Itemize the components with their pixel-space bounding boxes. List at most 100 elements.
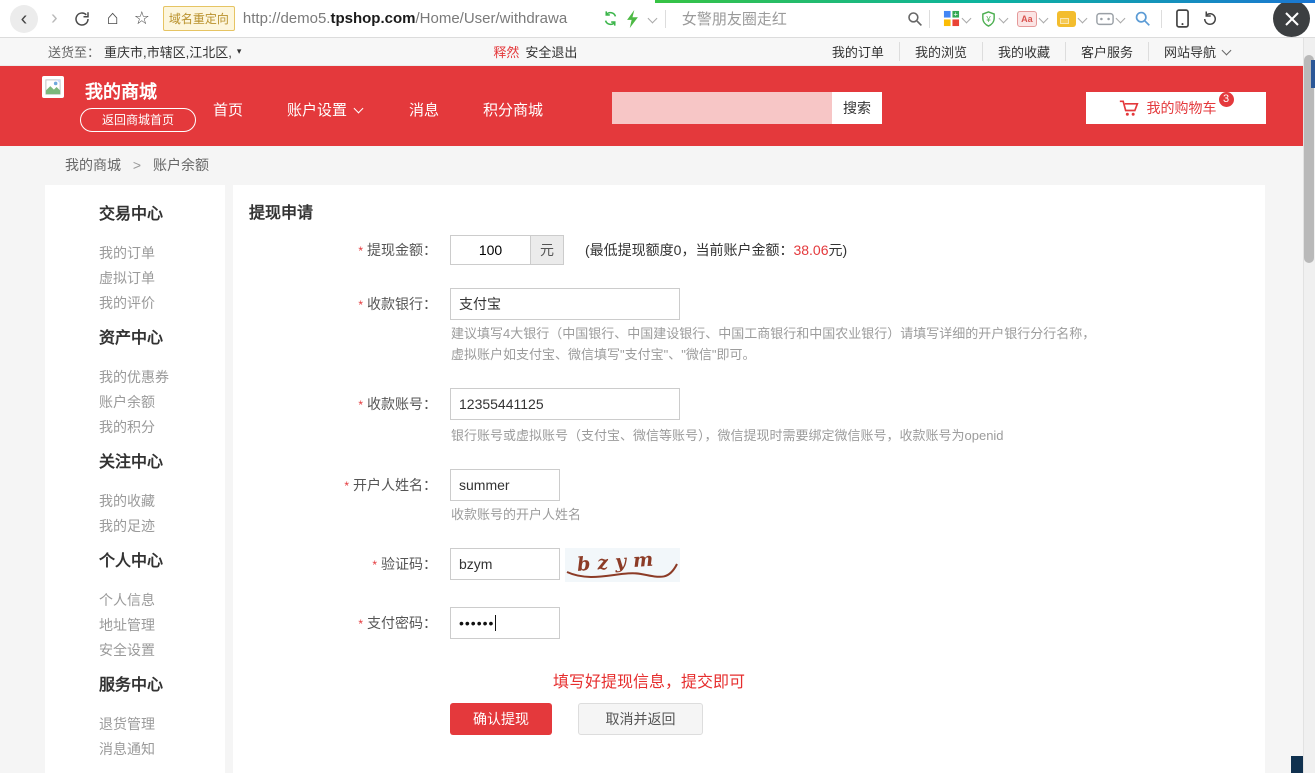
sidebar: 交易中心 我的订单 虚拟订单 我的评价 资产中心 我的优惠券 账户余额 我的积分… — [45, 185, 225, 773]
sidebar-item-my-points[interactable]: 我的积分 — [99, 415, 225, 440]
nav-points-mall[interactable]: 积分商城 — [483, 99, 543, 120]
pay-password-input[interactable]: •••••• — [450, 607, 560, 639]
nav-home[interactable]: 首页 — [213, 99, 243, 120]
yellow-extension-icon[interactable] — [1057, 11, 1076, 27]
sidebar-section-trade: 交易中心 — [99, 207, 225, 223]
shop-name: 我的商城 — [85, 78, 157, 104]
sidebar-item-my-orders[interactable]: 我的订单 — [99, 241, 225, 266]
required-mark: * — [358, 617, 363, 631]
sidebar-item-addresses[interactable]: 地址管理 — [99, 613, 225, 638]
breadcrumb-home[interactable]: 我的商城 — [65, 157, 121, 173]
close-icon[interactable] — [1273, 0, 1310, 37]
shop-search-button[interactable]: 搜索 — [832, 92, 882, 124]
browser-search-input[interactable]: 女警朋友圈走红 — [682, 8, 907, 29]
chevron-down-icon[interactable] — [961, 14, 971, 24]
forward-icon[interactable]: › — [51, 7, 58, 30]
cart-button[interactable]: 我的购物车 3 — [1086, 92, 1266, 124]
captcha-swoosh — [565, 548, 680, 582]
link-my-favorites[interactable]: 我的收藏 — [982, 42, 1065, 61]
sidebar-item-virtual-orders[interactable]: 虚拟订单 — [99, 266, 225, 291]
cart-icon — [1119, 99, 1139, 117]
main-nav: 首页 账户设置 消息 积分商城 — [213, 99, 587, 120]
link-my-history[interactable]: 我的浏览 — [899, 42, 982, 61]
required-mark: * — [344, 479, 349, 493]
topbar-links: 我的订单 我的浏览 我的收藏 客户服务 网站导航 — [817, 42, 1248, 61]
sidebar-item-returns[interactable]: 退货管理 — [99, 712, 225, 737]
payee-name-label: * 开户人姓名： — [233, 469, 437, 502]
extensions-grid-icon[interactable]: + — [943, 10, 960, 27]
username-link[interactable]: 释然 — [493, 42, 519, 61]
bank-input[interactable] — [450, 288, 680, 320]
cancel-return-button[interactable]: 取消并返回 — [578, 703, 703, 735]
sidebar-section-assets: 资产中心 — [99, 331, 225, 347]
svg-text:+: + — [953, 10, 958, 19]
sidebar-item-favorites[interactable]: 我的收藏 — [99, 489, 225, 514]
breadcrumb-current: 账户余额 — [153, 157, 209, 173]
amount-input[interactable] — [451, 236, 530, 264]
amount-unit: 元 — [530, 236, 563, 264]
nav-account-settings[interactable]: 账户设置 — [287, 99, 365, 120]
undo-icon[interactable] — [1201, 10, 1219, 28]
sidebar-item-account-balance[interactable]: 账户余额 — [99, 390, 225, 415]
reload-icon[interactable] — [73, 10, 91, 28]
shield-yuan-icon[interactable]: ¥ — [980, 10, 997, 28]
shop-search-input[interactable] — [612, 92, 832, 124]
link-my-orders[interactable]: 我的订单 — [817, 42, 899, 61]
captcha-image[interactable]: bzym — [565, 548, 680, 582]
required-mark: * — [372, 558, 377, 572]
sidebar-item-notifications[interactable]: 消息通知 — [99, 737, 225, 762]
mobile-phone-icon[interactable] — [1176, 9, 1189, 28]
logout-link[interactable]: 安全退出 — [525, 42, 577, 61]
nav-messages[interactable]: 消息 — [409, 99, 439, 120]
chevron-down-icon[interactable] — [998, 14, 1008, 24]
back-icon[interactable]: ‹ — [10, 5, 38, 33]
chevron-down-icon[interactable] — [1115, 14, 1125, 24]
magnifier-extension-icon[interactable] — [1134, 10, 1151, 27]
sidebar-item-footprints[interactable]: 我的足迹 — [99, 514, 225, 539]
account-tip: 银行账号或虚拟账号（支付宝、微信等账号），微信提现时需要绑定微信账号，收款账号为… — [451, 429, 1004, 443]
broken-image-icon — [42, 76, 64, 98]
url-domain: tpshop.com — [330, 10, 415, 27]
account-input[interactable] — [450, 388, 680, 420]
bookmark-star-icon[interactable]: ☆ — [134, 8, 150, 29]
sidebar-item-my-reviews[interactable]: 我的评价 — [99, 291, 225, 316]
link-customer-service[interactable]: 客户服务 — [1065, 42, 1148, 61]
confirm-withdraw-button[interactable]: 确认提现 — [450, 703, 552, 735]
submit-hint: 填写好提现信息，提交即可 — [553, 668, 745, 692]
font-aa-icon[interactable]: Aa — [1017, 11, 1037, 27]
balance-value: 38.06 — [793, 242, 828, 258]
amount-label-text: 提现金额： — [367, 242, 437, 258]
payee-name-input[interactable] — [450, 469, 560, 501]
sidebar-item-security[interactable]: 安全设置 — [99, 638, 225, 663]
captcha-input[interactable] — [450, 548, 560, 580]
sidebar-item-profile[interactable]: 个人信息 — [99, 588, 225, 613]
amount-note-prefix: (最低提现额度0，当前账户金额： — [585, 242, 793, 258]
domain-redirect-badge[interactable]: 域名重定向 — [163, 6, 235, 31]
payee-name-label-text: 开户人姓名： — [353, 477, 437, 493]
chevron-down-icon[interactable] — [1077, 14, 1087, 24]
breadcrumb-separator: > — [133, 157, 141, 173]
captcha-label: * 验证码： — [233, 548, 437, 581]
link-site-nav[interactable]: 网站导航 — [1148, 42, 1248, 61]
captcha-label-text: 验证码： — [381, 556, 437, 572]
pay-password-label: *支付密码： — [233, 607, 437, 640]
lightning-icon[interactable] — [625, 10, 640, 28]
divider — [665, 10, 666, 28]
sidebar-item-coupons[interactable]: 我的优惠券 — [99, 365, 225, 390]
site-header: 我的商城 返回商城首页 首页 账户设置 消息 积分商城 搜索 我的购物车 3 — [0, 66, 1303, 146]
address-bar[interactable]: http://demo5.tpshop.com/Home/User/withdr… — [243, 10, 598, 27]
return-home-button[interactable]: 返回商城首页 — [80, 108, 196, 132]
home-icon[interactable]: ⌂ — [107, 7, 119, 30]
chevron-down-icon[interactable] — [647, 14, 657, 24]
floating-widget-icon[interactable] — [1291, 756, 1303, 773]
search-icon[interactable] — [907, 11, 923, 27]
sidebar-section-personal: 个人中心 — [99, 554, 225, 570]
controller-extension-icon[interactable] — [1096, 12, 1114, 26]
chevron-down-icon — [1222, 45, 1232, 55]
cart-count-badge: 3 — [1219, 92, 1234, 107]
divider — [1161, 10, 1162, 28]
chevron-down-icon — [354, 103, 364, 113]
chevron-down-icon[interactable] — [1038, 14, 1048, 24]
translate-refresh-icon[interactable] — [602, 10, 619, 27]
ship-to[interactable]: 送货至： 重庆市,市辖区,江北区, ▾ — [48, 42, 241, 61]
